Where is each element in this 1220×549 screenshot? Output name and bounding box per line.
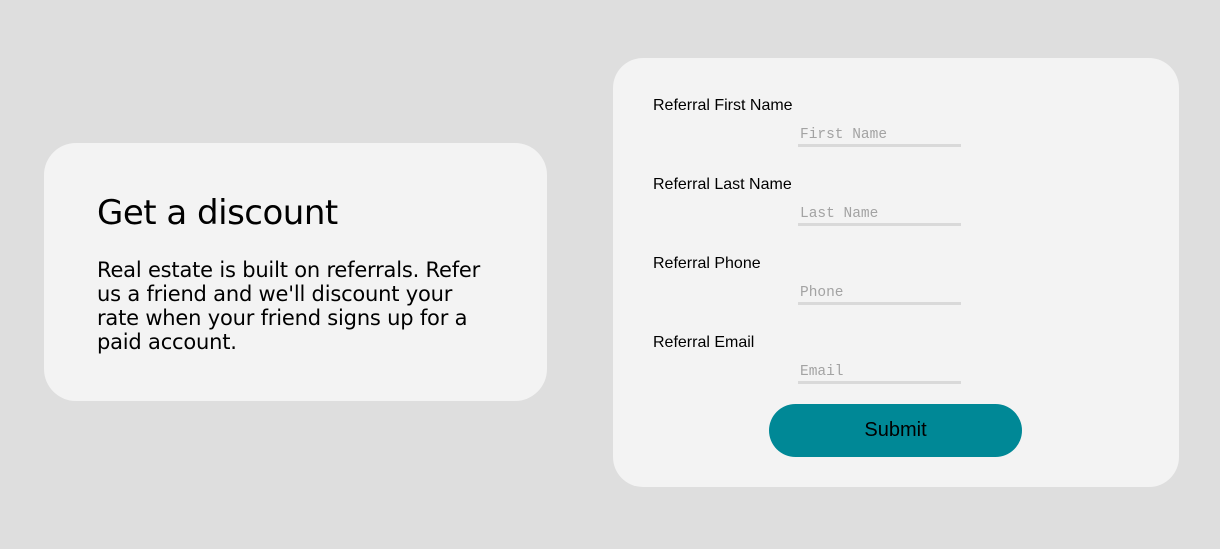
email-input[interactable] xyxy=(798,362,961,384)
referral-form: Referral First Name Referral Last Name R… xyxy=(613,58,1179,487)
email-label: Referral Email xyxy=(653,334,755,351)
last-name-label: Referral Last Name xyxy=(653,176,792,193)
phone-label: Referral Phone xyxy=(653,255,761,272)
phone-input[interactable] xyxy=(798,283,961,305)
discount-info-card: Get a discount Real estate is built on r… xyxy=(44,143,547,401)
discount-description: Real estate is built on referrals. Refer… xyxy=(97,258,481,354)
discount-title: Get a discount xyxy=(97,193,338,233)
first-name-label: Referral First Name xyxy=(653,97,793,114)
submit-button[interactable]: Submit xyxy=(769,404,1022,457)
last-name-input[interactable] xyxy=(798,204,961,226)
first-name-input[interactable] xyxy=(798,125,961,147)
